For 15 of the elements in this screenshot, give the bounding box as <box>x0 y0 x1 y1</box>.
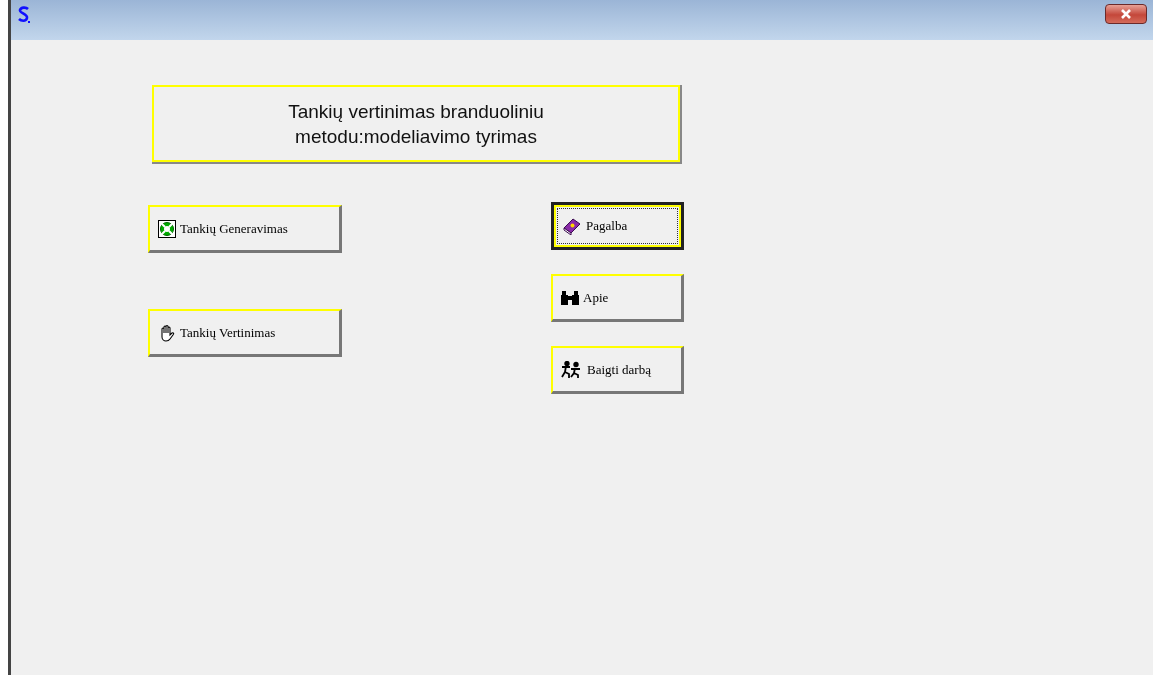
binoculars-icon <box>561 290 579 305</box>
close-icon <box>1119 9 1133 19</box>
running-figures-icon <box>561 360 583 379</box>
menu-button[interactable]: Baigti darbą <box>551 346 684 394</box>
title-text: metodu:modeliavimo tyrimas <box>295 124 537 149</box>
book-icon <box>562 217 582 235</box>
menu-button[interactable]: Pagalba <box>551 202 684 250</box>
menu-button[interactable]: Tankių Generavimas <box>148 205 342 253</box>
lifebuoy-icon <box>158 219 176 238</box>
hand-icon <box>158 323 176 342</box>
menu-button[interactable]: Apie <box>551 274 684 322</box>
close-button[interactable] <box>1105 4 1147 24</box>
title-text: Tankių vertinimas branduoliniu <box>288 99 544 124</box>
app-logo-icon <box>17 5 31 23</box>
menu-button[interactable]: Tankių Vertinimas <box>148 309 342 357</box>
